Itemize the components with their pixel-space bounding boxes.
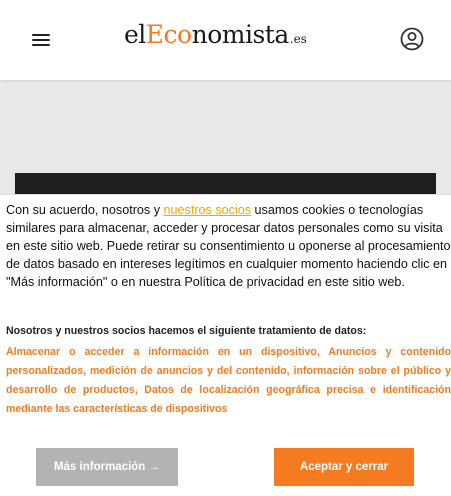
user-circle-icon[interactable]: [400, 27, 424, 51]
processing-purposes: Almacenar o acceder a información en un …: [6, 346, 451, 415]
cookie-consent-dialog: Con su acuerdo, nosotros y nuestros soci…: [0, 194, 451, 496]
accept-close-button[interactable]: Aceptar y cerrar: [274, 448, 414, 486]
logo-part-es: .es: [289, 32, 307, 46]
menu-line: [32, 34, 50, 36]
processing-heading: Nosotros y nuestros socios hacemos el si…: [6, 325, 367, 337]
more-info-button[interactable]: Más información →: [36, 448, 178, 486]
menu-line: [32, 39, 50, 41]
partners-link[interactable]: nuestros socios: [164, 203, 252, 217]
logo-part-eco: Eco: [145, 20, 192, 49]
logo-part-nomista: nomista: [191, 20, 290, 49]
hamburger-menu-icon[interactable]: [32, 32, 50, 48]
site-header: el Eco nomista .es: [0, 0, 451, 80]
menu-line: [32, 44, 50, 46]
intro-text-start: Con su acuerdo, nosotros y: [6, 203, 164, 217]
logo-part-el: el: [124, 20, 146, 49]
site-logo[interactable]: el Eco nomista .es: [124, 20, 307, 52]
consent-intro-text: Con su acuerdo, nosotros y nuestros soci…: [6, 201, 451, 291]
